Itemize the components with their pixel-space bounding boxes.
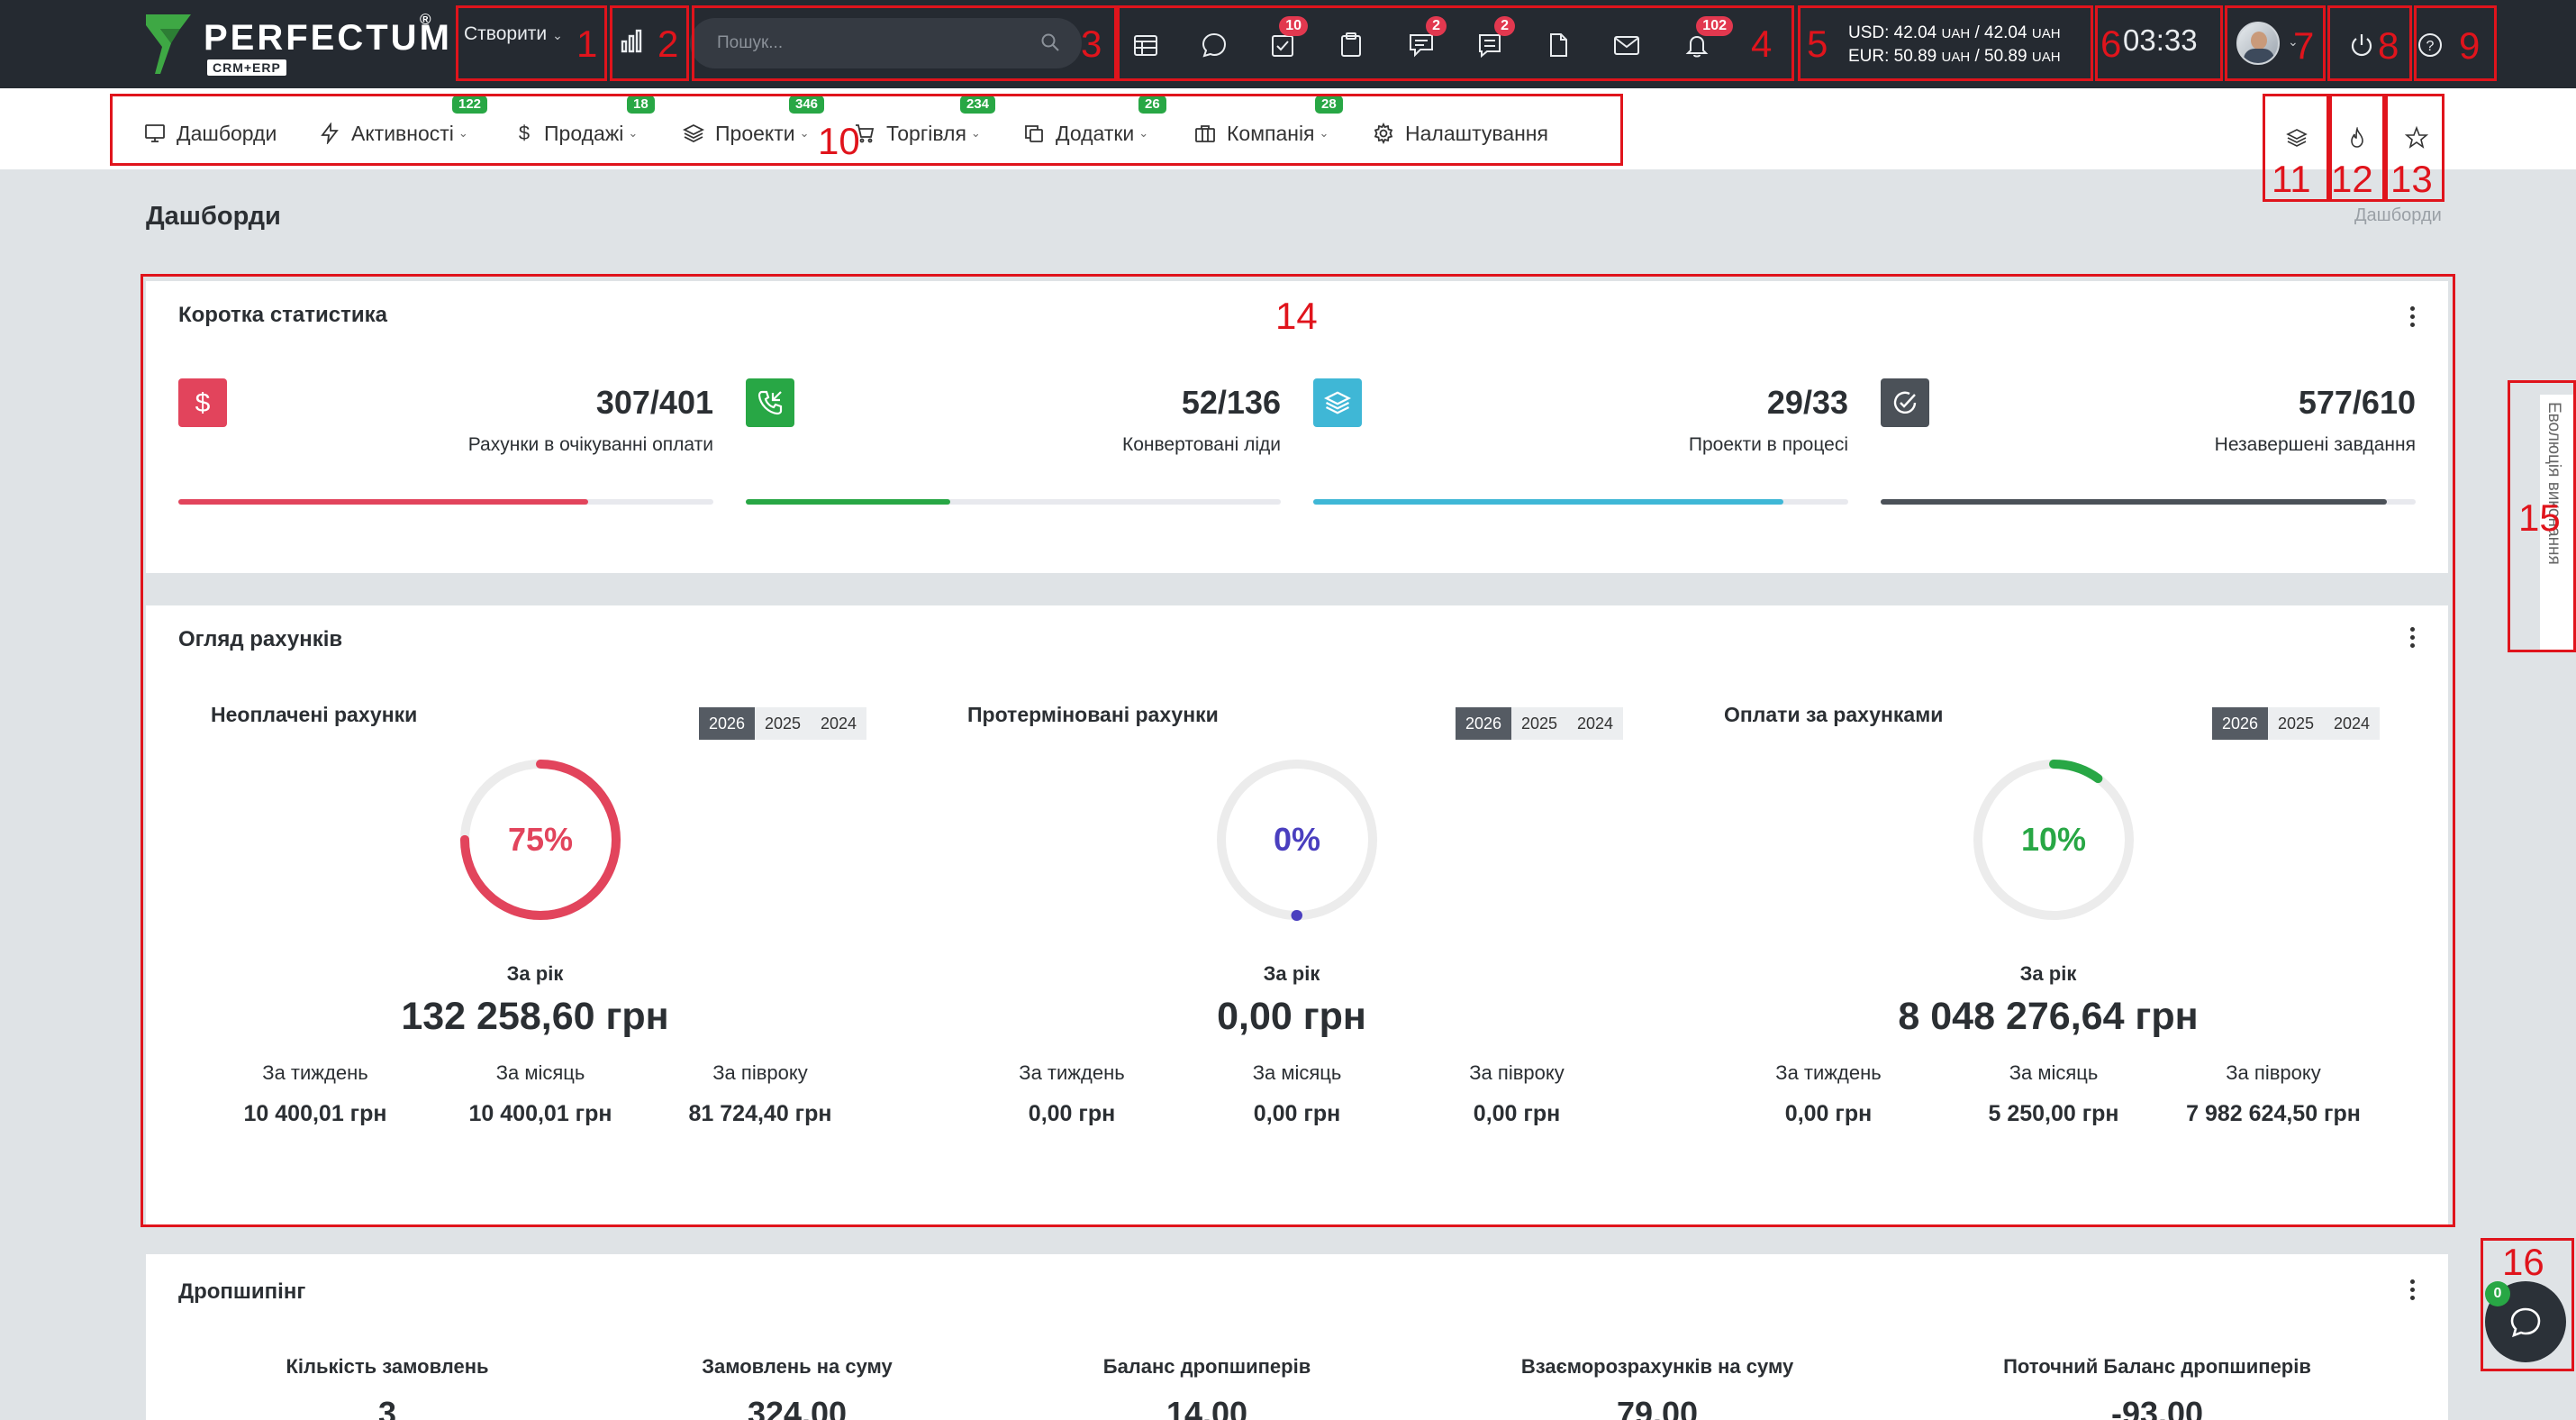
page-title: Дашборди (146, 202, 281, 231)
logo-mark-icon (146, 14, 191, 74)
dropship-label: Взаєморозрахунків на суму (1520, 1355, 1794, 1378)
annotation-number: 5 (1807, 23, 1828, 65)
annotation-number: 7 (2293, 24, 2315, 67)
annotation-box (692, 5, 1117, 81)
dropship-settlements: Взаєморозрахунків на суму 79.00 (1432, 1355, 1882, 1420)
annotation-number: 11 (2272, 158, 2311, 200)
dropship-value: 79.00 (1616, 1395, 1699, 1420)
dropship-value: 14.00 (1166, 1395, 1248, 1420)
annotation-number: 4 (1751, 23, 1773, 65)
dropship-current-balance: Поточний Баланс дропшиперів -93.00 (1932, 1355, 2382, 1420)
dropship-label: Баланс дропшиперів (1102, 1355, 1311, 1378)
annotation-number: 15 (2518, 496, 2561, 539)
annotation-box (2327, 5, 2412, 81)
annotation-box (1117, 5, 1794, 81)
annotation-box (110, 94, 1623, 166)
annotation-box (1798, 5, 2093, 81)
dropship-menu-icon[interactable] (2403, 1276, 2421, 1303)
dropship-title: Дропшипінг (178, 1279, 306, 1304)
annotation-number: 2 (658, 23, 679, 65)
dropship-label: Поточний Баланс дропшиперів (2003, 1355, 2311, 1378)
annotation-number: 12 (2331, 158, 2373, 200)
annotation-number: 16 (2502, 1241, 2544, 1283)
annotation-number: 8 (2378, 24, 2399, 67)
brand-subtitle: CRM+ERP (207, 59, 286, 76)
annotation-box (2414, 5, 2497, 81)
annotation-box (141, 274, 2455, 1227)
dropship-label: Кількість замовлень (286, 1355, 489, 1378)
annotation-number: 6 (2100, 23, 2122, 65)
dropship-orders-sum: Замовлень на суму 324.00 (572, 1355, 1022, 1420)
logo[interactable]: PERFECTUM ® CRM+ERP (144, 9, 449, 77)
annotation-number: 9 (2459, 24, 2481, 67)
annotation-number: 3 (1081, 23, 1102, 65)
brand-name: PERFECTUM (204, 18, 452, 58)
dropship-orders-count: Кількість замовлень 3 (162, 1355, 612, 1420)
dropship-value: 3 (377, 1395, 397, 1420)
annotation-number: 14 (1275, 295, 1318, 337)
annotation-number: 1 (576, 23, 598, 65)
annotation-number: 13 (2390, 158, 2433, 200)
breadcrumb[interactable]: Дашборди (2354, 205, 2442, 226)
dropship-label: Замовлень на суму (702, 1355, 893, 1378)
dropship-balance: Баланс дропшиперів 14.00 (982, 1355, 1432, 1420)
dropship-value: -93.00 (2110, 1395, 2204, 1420)
annotation-number: 10 (818, 120, 860, 162)
dropship-value: 324.00 (747, 1395, 848, 1420)
brand-registered-mark: ® (420, 11, 431, 28)
